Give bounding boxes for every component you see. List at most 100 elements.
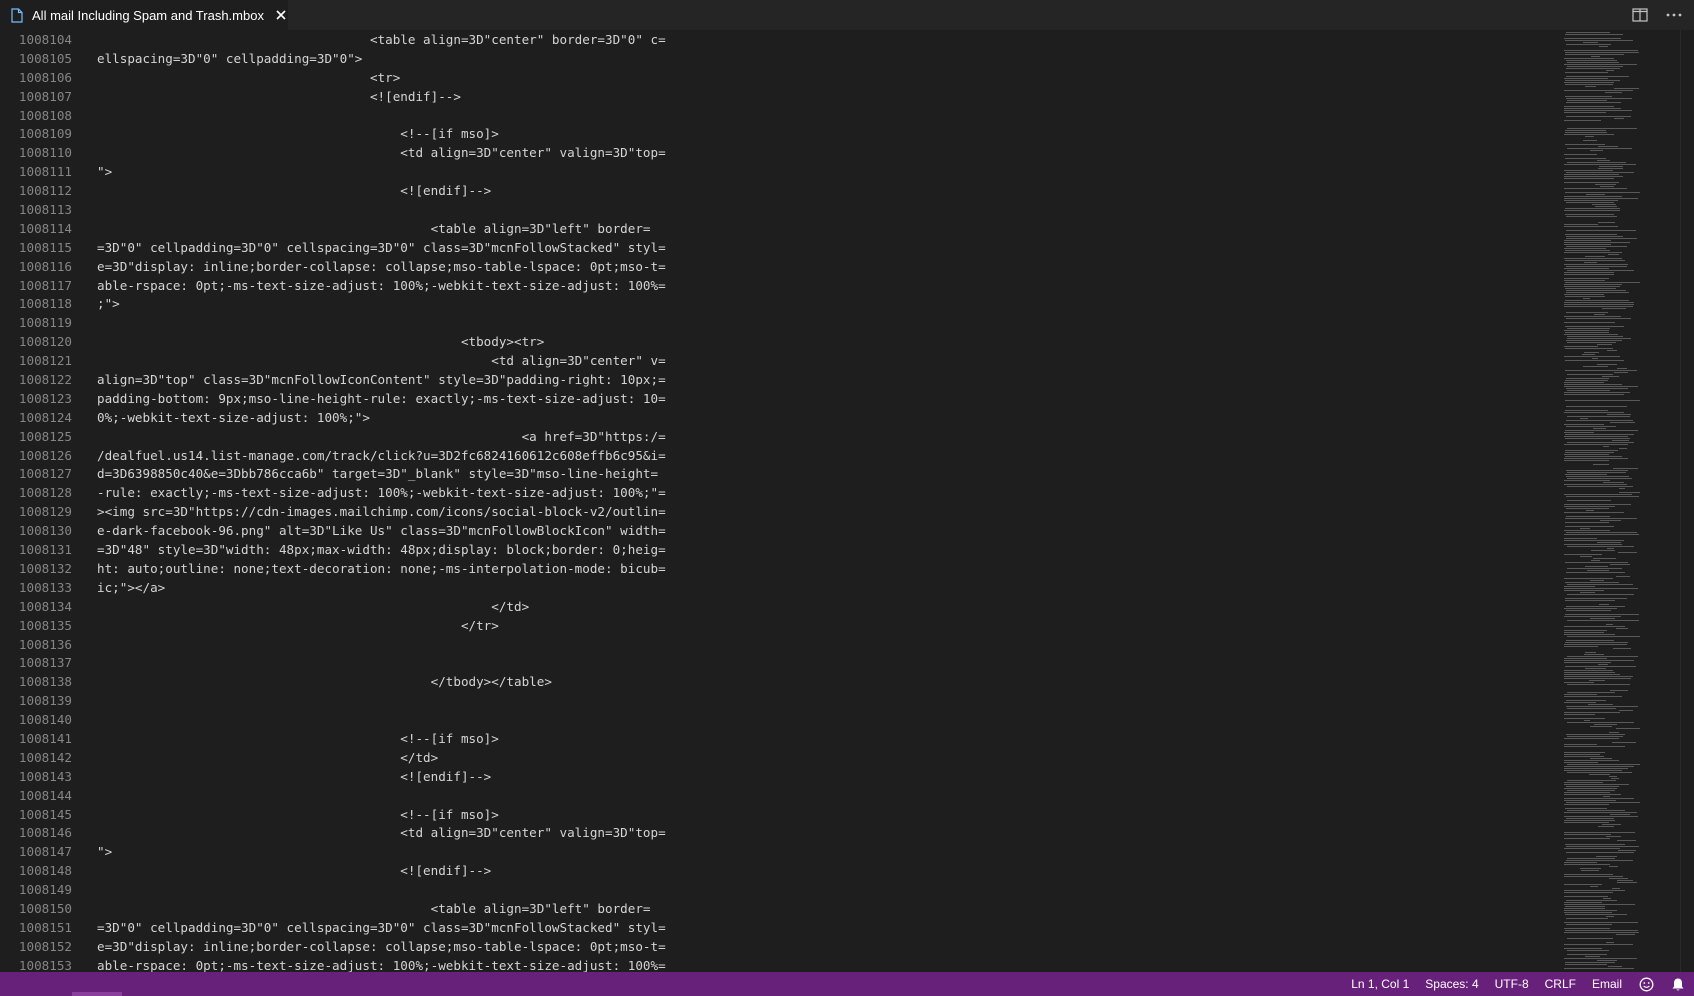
minimap-line (1564, 544, 1622, 545)
minimap-line (1564, 356, 1620, 357)
minimap-line (1564, 590, 1604, 591)
minimap-line (1567, 442, 1634, 443)
minimap-line (1593, 428, 1606, 429)
minimap-line (1567, 780, 1616, 781)
minimap[interactable] (1560, 30, 1680, 972)
minimap-line (1567, 374, 1613, 375)
minimap-line (1565, 288, 1616, 289)
minimap-line (1566, 516, 1610, 517)
minimap-line (1597, 960, 1617, 961)
language-mode[interactable]: Email (1592, 977, 1622, 991)
text-editor[interactable]: 1008104 <table align=3D"center" border=3… (0, 30, 1694, 972)
indentation[interactable]: Spaces: 4 (1425, 977, 1478, 991)
smiley-icon[interactable] (1638, 976, 1654, 992)
minimap-line (1565, 326, 1624, 327)
minimap-line (1564, 106, 1614, 107)
bell-icon[interactable] (1670, 976, 1686, 992)
tab-mbox-file[interactable]: All mail Including Spam and Trash.mbox (0, 0, 288, 30)
minimap-line (1564, 892, 1613, 893)
minimap-line (1564, 264, 1628, 265)
line-text: <td align=3D"center" v= (97, 353, 666, 369)
minimap-line (1583, 366, 1608, 367)
line-text: able-rspace: 0pt;-ms-text-size-adjust: 1… (97, 277, 666, 293)
minimap-line (1566, 426, 1616, 427)
line-number: 1008127 (18, 466, 72, 482)
minimap-line (1585, 136, 1594, 137)
line-number: 1008140 (18, 712, 72, 728)
encoding[interactable]: UTF-8 (1495, 977, 1529, 991)
minimap-line (1586, 510, 1594, 511)
minimap-line (1564, 436, 1628, 437)
line-text: </td> (97, 598, 530, 614)
minimap-line (1612, 742, 1636, 743)
minimap-line (1566, 60, 1617, 61)
line-text: <tr> (97, 69, 401, 85)
line-number: 1008129 (18, 504, 72, 520)
minimap-line (1567, 568, 1622, 569)
line-text: <![endif]--> (97, 863, 492, 879)
minimap-line (1618, 552, 1637, 553)
minimap-line (1564, 702, 1596, 703)
minimap-line (1564, 910, 1617, 911)
minimap-line (1565, 642, 1628, 643)
minimap-line (1566, 818, 1614, 819)
minimap-line (1567, 472, 1626, 473)
minimap-line (1564, 534, 1639, 535)
minimap-line (1564, 200, 1618, 201)
minimap-line (1567, 584, 1633, 585)
minimap-line (1564, 394, 1624, 395)
split-editor-icon[interactable] (1630, 5, 1650, 25)
minimap-line (1564, 752, 1605, 753)
end-of-line[interactable]: CRLF (1545, 977, 1576, 991)
minimap-line (1564, 672, 1615, 673)
minimap-line (1606, 942, 1614, 943)
minimap-line (1616, 934, 1635, 935)
minimap-line (1564, 284, 1622, 285)
line-number: 1008123 (18, 390, 72, 406)
minimap-line (1564, 182, 1619, 183)
minimap-line (1619, 710, 1633, 711)
more-actions-icon[interactable] (1664, 5, 1684, 25)
line-number: 1008133 (18, 579, 72, 595)
line-number: 1008104 (18, 32, 72, 47)
minimap-line (1564, 874, 1613, 875)
line-number: 1008131 (18, 542, 72, 558)
line-number: 1008116 (18, 258, 72, 274)
minimap-line (1566, 292, 1629, 293)
minimap-line (1566, 238, 1637, 239)
minimap-line (1564, 188, 1627, 189)
status-bar: Ln 1, Col 1 Spaces: 4 UTF-8 CRLF Email (0, 972, 1694, 996)
minimap-line (1566, 98, 1632, 99)
minimap-line (1565, 450, 1618, 451)
minimap-line (1589, 680, 1605, 681)
minimap-line (1567, 594, 1634, 595)
minimap-line (1612, 888, 1620, 889)
minimap-line (1564, 382, 1604, 383)
minimap-line (1564, 788, 1617, 789)
close-icon[interactable] (274, 7, 288, 23)
cursor-position[interactable]: Ln 1, Col 1 (1351, 977, 1409, 991)
minimap-line (1587, 570, 1609, 571)
minimap-line (1564, 770, 1622, 771)
line-text: =3D"48" style=3D"width: 48px;max-width: … (97, 542, 666, 558)
minimap-line (1567, 128, 1637, 129)
minimap-line (1564, 108, 1621, 109)
minimap-line (1599, 46, 1608, 47)
minimap-line (1567, 692, 1615, 693)
minimap-line (1564, 252, 1622, 253)
minimap-line (1608, 966, 1622, 967)
minimap-line (1564, 90, 1633, 91)
line-text: "> (97, 844, 113, 860)
vertical-scrollbar[interactable] (1680, 30, 1694, 972)
minimap-line (1594, 314, 1605, 315)
minimap-line (1605, 92, 1622, 93)
minimap-line (1566, 706, 1638, 707)
line-text: ellspacing=3D"0" cellpadding=3D"0"> (97, 50, 363, 66)
minimap-line (1608, 254, 1619, 255)
minimap-line (1564, 696, 1622, 697)
minimap-line (1564, 78, 1608, 79)
minimap-line (1565, 72, 1608, 73)
minimap-line (1564, 554, 1602, 555)
minimap-line (1564, 38, 1621, 39)
minimap-line (1564, 444, 1628, 445)
